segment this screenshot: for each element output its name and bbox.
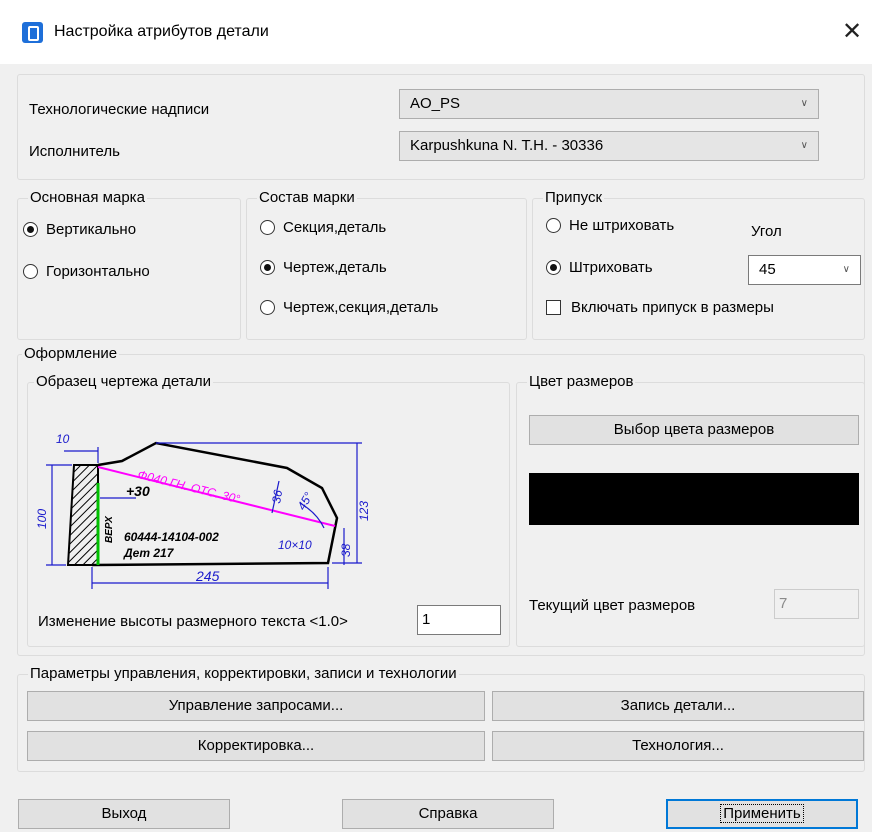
dim-10-label: 10 [56,432,70,446]
record-part-button[interactable]: Запись детали... [492,691,864,721]
main-mark-group: Основная марка Вертикально Горизонтально [17,189,241,340]
radio-drawing-part[interactable]: Чертеж,деталь [260,259,387,276]
dim-100-label: 100 [35,509,49,529]
tech-combo-value: AO_PS [410,95,461,112]
radio-vertical[interactable]: Вертикально [23,221,136,238]
current-color-input: 7 [774,589,859,619]
plus30-label: +30 [126,483,150,499]
sample-drawing-group: Образец чертежа детали 10 100 36 45° 123… [27,373,510,647]
mark-composition-legend: Состав марки [257,189,357,207]
radio-dot [260,260,275,275]
radio-dot [23,264,38,279]
correction-button[interactable]: Корректировка... [27,731,485,761]
window-title: Настройка атрибутов детали [54,23,269,40]
params-legend: Параметры управления, корректировки, зап… [28,665,459,683]
angle-combo[interactable]: 45 ∨ [748,255,861,285]
dim-245-label: 245 [195,568,220,584]
title-bar: Настройка атрибутов детали ✕ [0,0,872,64]
executor-combo-value: Karpushkuna N. T.H. - 30336 [410,137,604,154]
dim-color-legend: Цвет размеров [527,373,636,391]
sample-drawing-legend: Образец чертежа детали [34,373,213,391]
current-color-label: Текущий цвет размеров [529,597,696,614]
radio-horizontal[interactable]: Горизонтально [23,263,150,280]
params-group: Параметры управления, корректировки, зап… [17,665,865,772]
radio-dot [23,222,38,237]
tech-label: Технологические надписи [29,101,210,118]
radio-section-part[interactable]: Секция,деталь [260,219,386,236]
checkbox-box [546,300,561,315]
radio-label: Штриховать [569,259,653,276]
dim-color-group: Цвет размеров Выбор цвета размеров Текущ… [516,373,865,647]
dim-123-label: 123 [357,501,371,521]
executor-label: Исполнитель [29,143,120,160]
design-legend: Оформление [22,345,120,363]
top-group: Технологические надписи AO_PS ∨ Исполнит… [17,74,865,180]
mark-composition-group: Состав марки Секция,деталь Чертеж,деталь… [246,189,527,340]
chevron-down-icon: ∨ [800,140,808,151]
help-button[interactable]: Справка [342,799,554,829]
manage-requests-button[interactable]: Управление запросами... [27,691,485,721]
vert-label: ВЕРХ [104,515,115,543]
height-input[interactable]: 1 [417,605,501,635]
hatch-area [66,464,99,566]
app-icon [22,22,43,43]
det-label: Дет 217 [123,546,175,560]
tech-combo[interactable]: AO_PS ∨ [399,89,819,119]
apply-button[interactable]: Применить [666,799,858,829]
select-color-button[interactable]: Выбор цвета размеров [529,415,859,445]
chevron-down-icon: ∨ [800,98,808,109]
allowance-group: Припуск Не штриховать Угол Штриховать 45… [532,189,865,340]
radio-label: Чертеж,деталь [283,259,387,276]
exit-button[interactable]: Выход [18,799,230,829]
include-allowance-checkbox[interactable]: Включать припуск в размеры [546,299,774,316]
main-mark-legend: Основная марка [28,189,147,207]
chevron-down-icon: ∨ [842,264,850,275]
dim-36-label: 36 [269,489,285,505]
angle-combo-value: 45 [759,261,776,278]
color-swatch [529,473,859,525]
dim-10x10-label: 10×10 [278,538,312,552]
angle-label: Угол [751,223,782,240]
height-label: Изменение высоты размерного текста <1.0> [38,613,348,630]
part-number-label: 60444-14104-002 [124,530,219,544]
technology-button[interactable]: Технология... [492,731,864,761]
close-button[interactable]: ✕ [832,10,872,54]
radio-dot [546,218,561,233]
apply-button-label: Применить [720,804,804,823]
dim-38-label: 38 [339,543,353,557]
radio-label: Вертикально [46,221,137,238]
allowance-legend: Припуск [543,189,605,207]
radio-label: Секция,деталь [283,219,387,236]
radio-label: Не штриховать [569,217,675,234]
radio-label: Чертеж,секция,деталь [283,299,439,316]
radio-drawing-section-part[interactable]: Чертеж,секция,деталь [260,299,438,316]
magenta-text: Ф040 ГН. ОТС. 30° [136,467,241,506]
dim-45-label: 45° [294,490,315,513]
radio-hatch[interactable]: Штриховать [546,259,653,276]
executor-combo[interactable]: Karpushkuna N. T.H. - 30336 ∨ [399,131,819,161]
checkbox-label: Включать припуск в размеры [571,299,774,316]
radio-dot [260,300,275,315]
sample-drawing: 10 100 36 45° 123 10×10 38 245 Ф040 ГН. … [35,432,371,589]
radio-dot [260,220,275,235]
radio-dot [546,260,561,275]
radio-label: Горизонтально [46,263,150,280]
radio-no-hatch[interactable]: Не штриховать [546,217,674,234]
